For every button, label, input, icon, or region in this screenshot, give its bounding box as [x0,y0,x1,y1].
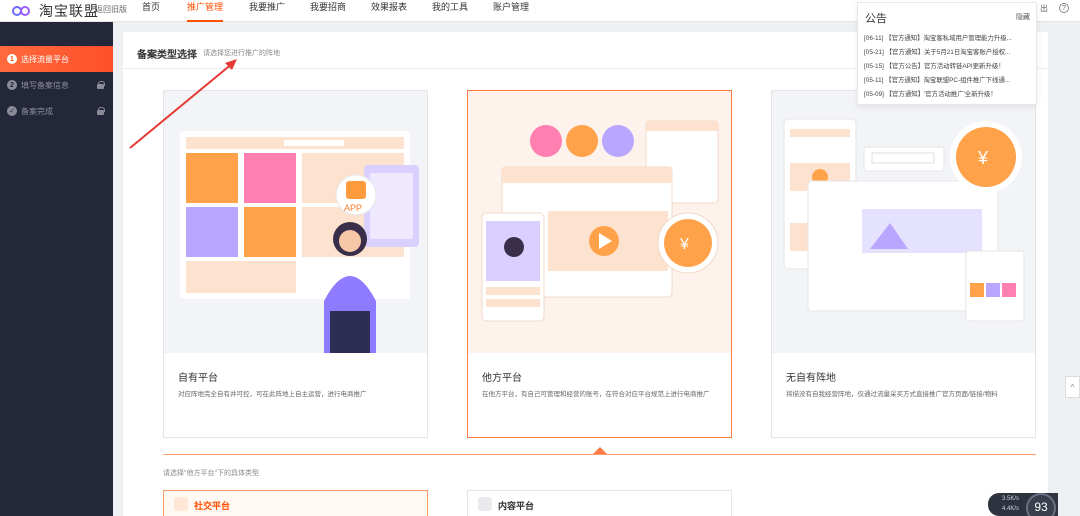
back-to-old-version-link[interactable]: 返回旧版 [95,4,127,15]
nav-promote[interactable]: 我要推广 [249,1,285,22]
subtype-content-platform[interactable]: 内容平台 [467,490,732,516]
announcement-title: 公告 [865,13,887,25]
content-platform-icon [478,497,492,511]
sidebar: 1 选择流量平台 2 填写备案信息 ✓ 备案完成 [0,22,113,516]
step-complete: ✓ 备案完成 [0,98,113,124]
step-label: 备案完成 [21,106,53,116]
card-title: 自有平台 [178,373,218,384]
scroll-to-top-button[interactable]: ^ [1065,376,1080,398]
upload-speed: 3.5K/s [1002,496,1020,502]
nav-my-tools[interactable]: 我的工具 [432,1,468,22]
logo[interactable]: 淘宝联盟 [12,2,99,20]
annotation-arrow [129,59,237,149]
card-title: 他方平台 [482,373,522,384]
hide-announcement-button[interactable]: 隐藏 [1016,12,1030,22]
svg-text:¥: ¥ [977,148,989,168]
step-select-platform[interactable]: 1 选择流量平台 [0,46,113,72]
social-platform-icon [174,497,188,511]
step-number: 2 [7,80,17,90]
subtype-title: 社交平台 [194,501,231,511]
card-title: 无自有阵地 [786,373,836,384]
logo-text: 淘宝联盟 [39,3,99,19]
lock-icon [97,107,105,115]
svg-text:¥: ¥ [679,236,689,253]
selection-divider [163,454,1036,455]
no-platform-illustration: ¥ [772,91,1035,353]
card-description: 在他方平台，有自己可管理和经营的账号，在符合对应平台规范上进行电商推广 [482,391,710,398]
app-label: APP [344,203,362,213]
step-label: 填写备案信息 [21,80,69,90]
performance-percent-badge[interactable]: 93 [1026,493,1056,516]
announcement-list: [06-11] 【官方通知】淘宝客私域用户管理能力升级... [05-21] 【… [864,32,1034,102]
card-description: 将描没有自我经营阵地，仅通过流量采买方式直接推广官方页面/链接/物料 [786,391,998,398]
other-platform-illustration: ¥ [468,91,731,353]
announcement-item[interactable]: [05-21] 【官方通知】关于5月21日淘宝客账户授权... [864,46,1034,60]
step-fill-info: 2 填写备案信息 [0,72,113,98]
announcement-item[interactable]: [05-09] 【官方通知】'官方活动推广'全新升级！ [864,88,1034,102]
lock-icon [97,81,105,89]
card-no-platform[interactable]: ¥ 无自有阵地 将描没有自我经营阵地，仅通过流量采买方式直接推广官方页面/链接/… [771,90,1036,438]
announcement-item[interactable]: [05-15] 【官方公告】官方活动转链API更新升级！ [864,60,1034,74]
nav-account-management[interactable]: 账户管理 [493,1,529,22]
logout-link[interactable]: 出 [1040,3,1048,14]
subtype-hint: 请选择"他方平台"下的具体类型 [163,470,259,477]
subtype-social-platform[interactable]: 社交平台 [163,490,428,516]
nav-home[interactable]: 首页 [142,1,160,22]
subtype-title: 内容平台 [498,501,535,511]
nav-promotion-management[interactable]: 推广管理 [187,1,224,22]
logo-icon [12,5,34,17]
announcement-panel: 公告 隐藏 [06-11] 【官方通知】淘宝客私域用户管理能力升级... [05… [857,2,1037,105]
help-icon[interactable]: ? [1059,3,1069,13]
card-other-platform[interactable]: ¥ 他方平台 在他方平台，有自己可管理和经营的账号，在符合对应平台规范上进行电商… [467,90,732,438]
announcement-item[interactable]: [06-11] 【官方通知】淘宝客私域用户管理能力升级... [864,32,1034,46]
nav-merchant-recruit[interactable]: 我要招商 [310,1,346,22]
step-number: 1 [7,54,17,64]
download-speed: 4.4K/s [1002,506,1020,512]
step-label: 选择流量平台 [21,54,69,64]
card-description: 对应阵地完全自有并可控，可在此阵地上自主运营，进行电商推广 [178,391,367,398]
selection-pointer [593,447,607,454]
announcement-item[interactable]: [05-11] 【官方通知】淘宝联盟PC-组件推广下线通... [864,74,1034,88]
nav-effect-report[interactable]: 效果报表 [371,1,407,22]
check-icon: ✓ [7,106,17,116]
